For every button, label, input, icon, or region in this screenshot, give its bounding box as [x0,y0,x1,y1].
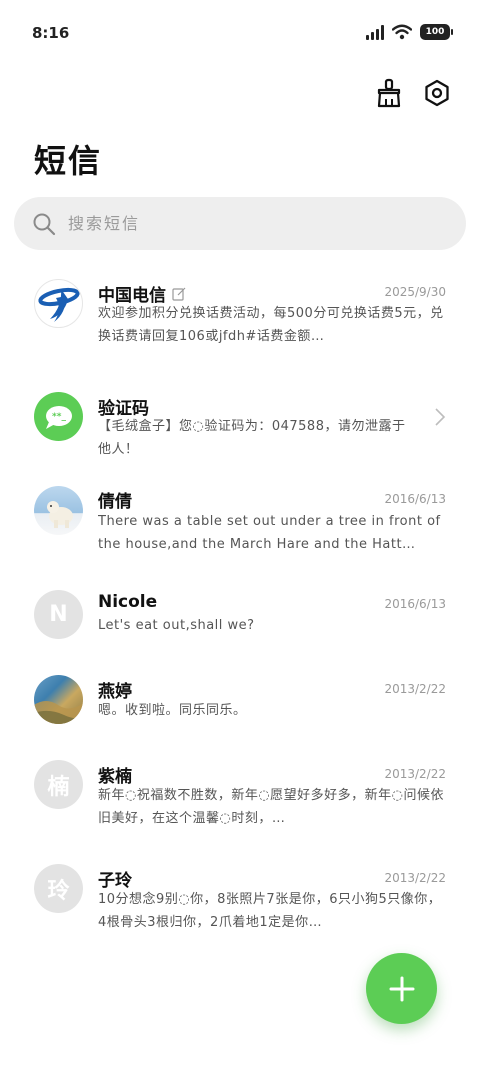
chat-bubble-icon: **_ [45,405,72,429]
settings-button[interactable] [420,76,454,110]
message-date: 2013/2/22 [384,767,446,781]
avatar [34,675,83,724]
contact-name: Nicole [98,592,158,612]
avatar: 玲 [34,864,83,913]
message-date: 2025/9/30 [384,285,446,299]
landscape-photo [34,701,83,724]
new-message-button[interactable] [366,953,437,1024]
plus-icon [389,976,414,1001]
signal-icon [366,24,384,40]
edit-note-icon [172,287,186,301]
search-bar[interactable] [14,197,466,250]
message-preview: 嗯。收到啦。同乐同乐。 [98,703,247,718]
broom-icon [377,78,401,108]
svg-text:**_: **_ [52,412,66,422]
message-date: 2016/6/13 [384,597,446,611]
battery-icon: 100 [420,24,453,40]
wifi-icon [392,24,412,40]
search-input[interactable] [68,214,428,233]
conversation-row[interactable]: 楠 紫楠 2013/2/22 新年◌祝福数不胜数，新年◌愿望好多好多，新年◌问候… [0,760,480,860]
message-preview: There was a table set out under a tree i… [98,514,441,552]
avatar: **_ [34,392,83,441]
avatar [34,279,83,328]
page-title: 短信 [34,142,103,180]
conversation-row[interactable]: 玲 子玲 2013/2/22 10分想念9别◌你，8张照片7张是你，6只小狗5只… [0,864,480,964]
contact-name: 倩倩 [98,492,132,512]
status-time: 8:16 [32,24,70,42]
conversation-row[interactable]: 中国电信 2025/9/30 欢迎参加积分兑换话费活动，每500分可兑换话费5元… [0,270,480,370]
message-preview: 【毛绒盒子】您◌验证码为：047588，请勿泄露于他人！ [98,419,406,457]
polar-bear-photo [47,501,73,528]
avatar [34,486,83,535]
conversation-row[interactable]: **_ 验证码 【毛绒盒子】您◌验证码为：047588，请勿泄露于他人！ [0,383,480,483]
clean-button[interactable] [372,76,406,110]
message-date: 2016/6/13 [384,492,446,506]
status-icons: 100 [366,24,453,40]
chevron-right-icon [435,408,446,426]
message-date: 2013/2/22 [384,871,446,885]
telecom-logo-icon [37,287,80,322]
top-actions [372,76,454,110]
message-preview: 新年◌祝福数不胜数，新年◌愿望好多好多，新年◌问候依旧美好，在这个温馨◌时刻，… [98,788,445,826]
conversation-row[interactable]: 倩倩 2016/6/13 There was a table set out u… [0,486,480,586]
avatar: N [34,590,83,639]
message-preview: Let's eat out,shall we? [98,618,255,633]
message-preview: 欢迎参加积分兑换话费活动，每500分可兑换话费5元，兑换话费请回复106或jfd… [98,306,444,344]
search-icon [33,213,56,235]
status-bar: 8:16 100 [0,0,480,68]
message-preview: 10分想念9别◌你，8张照片7张是你，6只小狗5只像你，4根骨头3根归你，2爪着… [98,892,442,930]
message-date: 2013/2/22 [384,682,446,696]
avatar: 楠 [34,760,83,809]
gear-icon [425,79,449,107]
